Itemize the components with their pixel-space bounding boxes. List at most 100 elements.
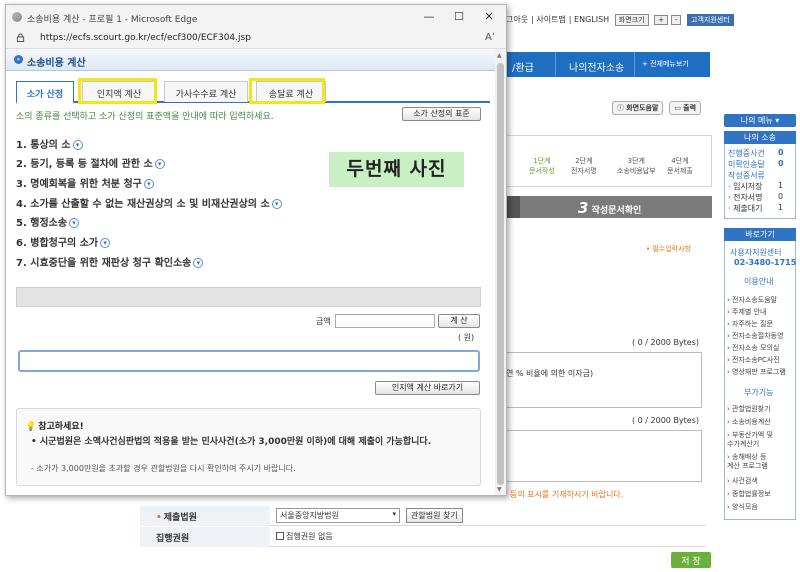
save-button[interactable]: 저 장 [671,552,711,568]
english-link[interactable]: ENGLISH [574,15,609,24]
court-label: 제출법원 [163,513,197,523]
category-3[interactable]: 3. 명예회복을 위한 처분 청구 ▾ [16,175,154,190]
support-center-name: 사용자지원센터 [730,248,782,257]
exec-checkbox[interactable]: 집행권원 없음 [276,531,333,542]
minimize-icon[interactable]: — [416,8,442,26]
guide-link[interactable]: › 주제별 안내 [727,308,766,317]
calc-formula-bar [16,287,481,307]
nav-refund[interactable]: /환급 [512,59,534,74]
court-row: • 제출법원 서울중앙지방법원 ▾ 관할법원 찾기 [140,506,706,526]
related-link[interactable]: › 양식모음 [727,503,758,512]
screen-help-button[interactable]: ⓘ 화면도움말 [612,101,664,115]
close-icon[interactable]: ✕ [476,8,502,26]
zoom-out-button[interactable]: - [670,15,682,25]
suit-item[interactable]: · 전자서명 0 [728,192,783,203]
notice-line-1: • 시군법원은 소액사건심판법의 적용을 받는 민사사건(소가 3,000만원 … [31,437,432,447]
chevron-down-icon: ▾ [72,140,83,150]
step-4: 4단계 문서제출 [667,157,693,175]
suit-item[interactable]: · 임시저장 1 [728,181,783,192]
highlight-box-stamp [78,78,157,104]
cost-calc-popup-window: 소송비용 계산 - 프로필 1 - Microsoft Edge — ☐ ✕ h… [5,4,507,496]
tab-price-assessment[interactable]: 소가 산정 [16,81,74,104]
guide-link[interactable]: › 전자소송PC사진 [727,356,780,365]
utility-bar: 그아웃 | 사이트맵 | ENGLISH 화면크기 + - 고객지원센터 [506,14,737,26]
suit-item[interactable]: 진행중사건 0 [728,148,784,159]
step-3: 3단계 소송비용납부 [617,157,656,175]
calculate-button[interactable]: 계 산 [438,314,480,328]
related-link[interactable]: › 사건검색 [727,477,758,486]
claim-textarea-2[interactable] [506,430,702,482]
step-2: 2단계 전자서명 [571,157,597,175]
related-link[interactable]: › 종합법률정보 [727,490,771,499]
guide-link[interactable]: › 영상재판 프로그램 [727,368,786,377]
page-tools: ⓘ 화면도움말 ▭ 출력 [612,101,704,115]
chevron-down-icon: ▾ [392,510,396,518]
related-link[interactable]: › 부동산가액 및 수가계산기 [727,431,773,449]
result-field[interactable] [18,350,480,372]
nav-all-menu[interactable]: + 전체메뉴보기 [642,59,689,69]
stamp-link-button[interactable]: 인지액 계산 바로가기 [375,381,480,395]
category-6[interactable]: 6. 병합청구의 소가 ▾ [16,234,111,249]
guide-link[interactable]: › 전자소송도움말 [727,296,777,305]
scroll-down-icon[interactable]: ▼ [497,486,502,493]
category-7[interactable]: 7. 시효중단을 위한 재판상 청구 확인소송 ▾ [16,254,204,269]
related-title: 부가기능 [744,388,774,397]
category-1[interactable]: 1. 통상의 소 ▾ [16,136,83,151]
notice-line-2: - 소가가 3,000만원을 초과할 경우 관할법원을 다시 확인하여 주시기 … [31,464,296,473]
amount-label: 금액 [316,317,331,326]
related-link[interactable]: › 소송비용계산 [727,418,771,427]
guide-link[interactable]: › 자주하는 질문 [727,320,773,329]
overlay-annotation-label: 두번째 사진 [329,152,464,187]
amount-input[interactable] [335,314,435,328]
related-link[interactable]: › 송해배상 등 계산 프로그램 [727,453,768,471]
help-center-button[interactable]: 고객지원센터 [687,14,734,26]
find-court-button[interactable]: 관할법원 찾기 [406,508,463,523]
tab-family-fee[interactable]: 가사수수료 계산 [164,81,248,102]
scroll-up-icon[interactable]: ▲ [497,52,502,59]
address-bar[interactable]: https://ecfs.scourt.go.kr/ecf/ecf300/ECF… [6,29,506,49]
related-link[interactable]: › 관할법원찾기 [727,405,771,414]
required-note: • 필수입력사항 [646,245,691,253]
chevron-down-icon: ▾ [69,218,80,228]
sitemap-link[interactable]: 사이트맵 [536,15,565,24]
category-5[interactable]: 5. 행정소송 ▾ [16,214,80,229]
court-select[interactable]: 서울중앙지방법원 ▾ [276,508,400,523]
global-nav: /환급 나의전자소송 + 전체메뉴보기 [506,52,710,77]
step-banner: 3 작성문서확인 [506,196,712,218]
print-button[interactable]: ▭ 출력 [669,101,702,115]
popup-scrollbar[interactable]: ▲ ▼ [495,49,506,495]
suit-item[interactable]: · 제출대기 1 [728,203,783,214]
step-1: 1단계 문서작성 [529,157,555,175]
lightbulb-icon: 💡 [25,422,37,432]
claim-textarea-1[interactable] [506,352,702,408]
step-indicator: 1단계 문서작성 2단계 전자서명 3단계 소송비용납부 4단계 문서제출 [506,135,712,187]
zoom-in-button[interactable]: + [654,15,668,25]
chevron-down-icon: ▾ [143,179,154,189]
standard-button[interactable]: 소가 산정의 표준 [402,107,481,121]
category-2[interactable]: 2. 등기, 등록 등 절차에 관한 소 ▾ [16,155,165,170]
header-bullet-icon: » [14,55,23,64]
scroll-thumb[interactable] [497,63,504,485]
edge-icon [12,12,22,22]
guide-link[interactable]: › 전자소송 모의실 [727,344,779,353]
category-4[interactable]: 4. 소가를 산출할 수 없는 재산권상의 소 및 비재산권상의 소 ▾ [16,195,282,210]
lock-icon [16,33,25,42]
suit-item[interactable]: 미확인송달 0 [728,159,784,170]
byte-counter-1: ( 0 / 2000 Bytes) [632,338,700,347]
my-menu-button[interactable]: 나의 메뉴 ▾ [724,114,796,127]
nav-my-esuit[interactable]: 나의전자소송 [569,59,624,74]
url-text: https://ecfs.scourt.go.kr/ecf/ecf300/ECF… [40,33,251,43]
zoom-label: 화면크기 [614,14,649,26]
maximize-icon[interactable]: ☐ [446,8,472,26]
claim-text-1: 연 % 비율에 의한 이자금) [506,369,594,378]
notice-box: 💡 참고하세요! • 시군법원은 소액사건심판법의 적용을 받는 민사사건(소가 … [16,408,481,486]
shortcut-title: 바로가기 [724,228,796,241]
chevron-down-icon: ▾ [193,258,204,268]
highlight-box-service [249,78,325,104]
logout-link[interactable]: 그아웃 [506,15,528,24]
byte-counter-2: ( 0 / 2000 Bytes) [632,416,700,425]
guide-title: 이용안내 [744,277,774,286]
read-aloud-icon[interactable]: Aʼ [485,32,495,43]
popup-header: » 소송비용 계산 [6,49,506,71]
guide-link[interactable]: › 전자소송절차동영 [727,332,784,341]
